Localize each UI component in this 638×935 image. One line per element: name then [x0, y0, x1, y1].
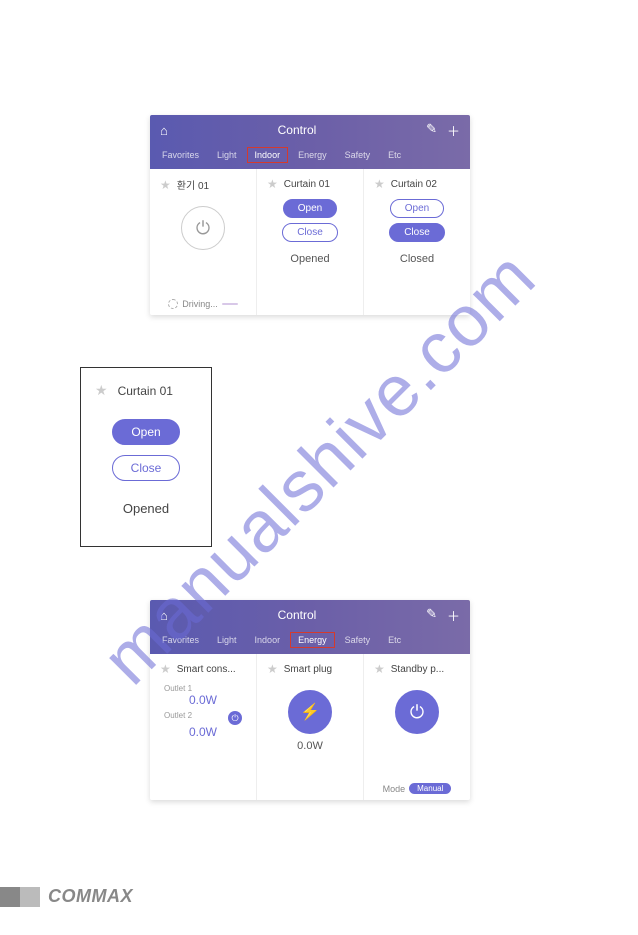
tab-energy[interactable]: Energy: [290, 147, 335, 163]
favorite-star-icon[interactable]: ★: [95, 382, 108, 399]
close-button[interactable]: Close: [112, 455, 181, 481]
tab-indoor[interactable]: Indoor: [247, 632, 289, 648]
tab-safety[interactable]: Safety: [337, 632, 379, 648]
home-icon[interactable]: ⌂: [160, 608, 168, 623]
edit-icon[interactable]: ✎: [426, 606, 437, 625]
page-title: Control: [278, 608, 317, 622]
app-header: ⌂ Control ✎ ＋ Favorites Light Indoor Ene…: [150, 600, 470, 654]
tab-favorites[interactable]: Favorites: [154, 632, 207, 648]
favorite-star-icon[interactable]: ★: [374, 662, 385, 676]
favorite-star-icon[interactable]: ★: [267, 177, 278, 191]
plug-button[interactable]: ⚡: [288, 690, 332, 734]
close-button[interactable]: Close: [282, 223, 338, 242]
tab-indoor[interactable]: Indoor: [247, 147, 289, 163]
tab-light[interactable]: Light: [209, 632, 245, 648]
device-card-smart-consumption[interactable]: ★ Smart cons... Outlet 1 0.0W Outlet 2 ⏻…: [150, 654, 257, 800]
power-button[interactable]: ⏻: [181, 206, 225, 250]
open-button[interactable]: Open: [112, 419, 179, 445]
device-title: Curtain 01: [284, 179, 330, 190]
close-button[interactable]: Close: [389, 223, 445, 242]
outlet-1-value: 0.0W: [189, 693, 217, 707]
device-title: 환기 01: [177, 177, 209, 192]
device-card-smart-plug[interactable]: ★ Smart plug ⚡ 0.0W: [257, 654, 364, 800]
outlet-1-label: Outlet 1: [154, 684, 192, 693]
device-title: Smart plug: [284, 664, 332, 675]
device-card-standby-power[interactable]: ★ Standby p... ⏻ Mode Manual: [364, 654, 470, 800]
edit-icon[interactable]: ✎: [426, 121, 437, 140]
tab-favorites[interactable]: Favorites: [154, 147, 207, 163]
mode-label: Mode: [383, 784, 406, 794]
power-button[interactable]: ⏻: [395, 690, 439, 734]
home-icon[interactable]: ⌂: [160, 123, 168, 138]
curtain-status: Opened: [123, 501, 169, 516]
brand-logo: COMMAX: [48, 886, 133, 907]
favorite-star-icon[interactable]: ★: [374, 177, 385, 191]
curtain-status: Closed: [400, 253, 434, 265]
tab-bar: Favorites Light Indoor Energy Safety Etc: [150, 141, 470, 169]
curtain-detail-panel: ★ Curtain 01 Open Close Opened: [80, 367, 212, 547]
tab-light[interactable]: Light: [209, 147, 245, 163]
device-title: Curtain 02: [391, 179, 437, 190]
outlet-power-icon[interactable]: ⏻: [228, 711, 242, 725]
plug-icon: ⚡: [300, 702, 320, 722]
device-title: Smart cons...: [177, 664, 236, 675]
device-title: Curtain 01: [118, 384, 173, 398]
footer-decoration: [0, 887, 40, 907]
device-title: Standby p...: [391, 664, 444, 675]
open-button[interactable]: Open: [283, 199, 337, 218]
add-icon[interactable]: ＋: [447, 606, 460, 625]
driving-badge: [222, 303, 238, 305]
device-card-curtain-02[interactable]: ★ Curtain 02 Open Close Closed: [364, 169, 470, 315]
device-card-ventilation[interactable]: ★ 환기 01 ⏻ Driving...: [150, 169, 257, 315]
tab-etc[interactable]: Etc: [380, 147, 409, 163]
app-header: ⌂ Control ✎ ＋ Favorites Light Indoor Ene…: [150, 115, 470, 169]
footer: COMMAX: [0, 886, 133, 907]
open-button[interactable]: Open: [390, 199, 444, 218]
favorite-star-icon[interactable]: ★: [160, 662, 171, 676]
outlet-2-value: 0.0W: [189, 725, 217, 739]
tab-etc[interactable]: Etc: [380, 632, 409, 648]
tab-energy[interactable]: Energy: [290, 632, 335, 648]
tab-bar: Favorites Light Indoor Energy Safety Etc: [150, 626, 470, 654]
refresh-icon[interactable]: [168, 299, 178, 309]
driving-status: Driving...: [182, 299, 218, 309]
mode-badge[interactable]: Manual: [409, 783, 451, 794]
favorite-star-icon[interactable]: ★: [267, 662, 278, 676]
add-icon[interactable]: ＋: [447, 121, 460, 140]
energy-control-panel: ⌂ Control ✎ ＋ Favorites Light Indoor Ene…: [150, 600, 470, 800]
page-title: Control: [278, 123, 317, 137]
plug-value: 0.0W: [297, 740, 323, 752]
curtain-status: Opened: [290, 253, 329, 265]
device-card-curtain-01[interactable]: ★ Curtain 01 Open Close Opened: [257, 169, 364, 315]
favorite-star-icon[interactable]: ★: [160, 178, 171, 192]
indoor-control-panel: ⌂ Control ✎ ＋ Favorites Light Indoor Ene…: [150, 115, 470, 315]
outlet-2-label: Outlet 2: [164, 711, 192, 720]
tab-safety[interactable]: Safety: [337, 147, 379, 163]
